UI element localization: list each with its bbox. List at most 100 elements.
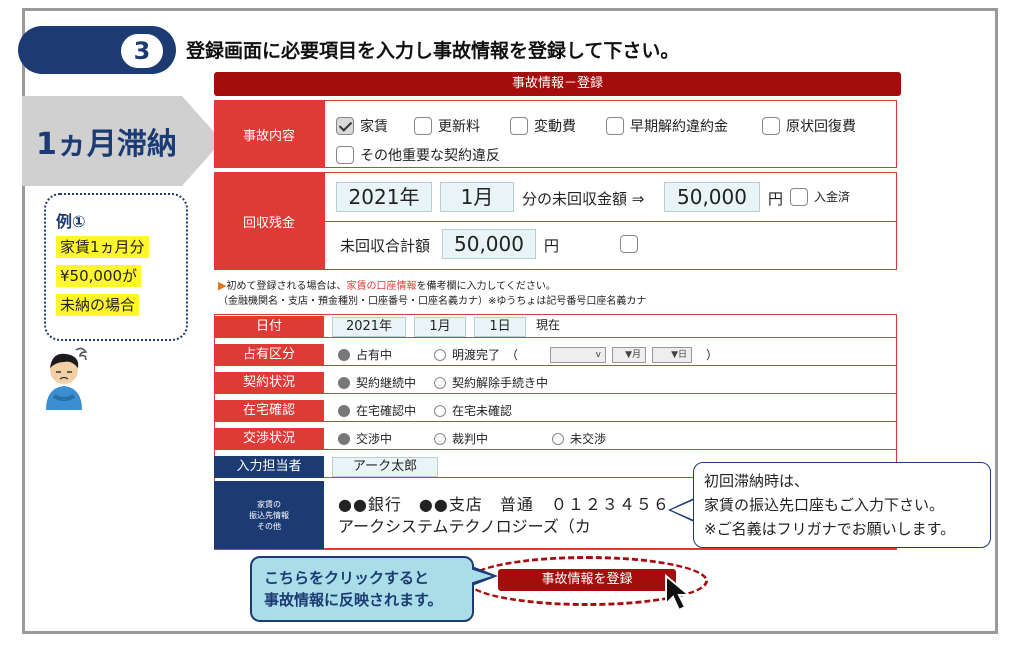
radio-residence-checking[interactable]: 在宅確認中 [338, 400, 416, 422]
checkbox-renewal-fee-label: 更新料 [438, 119, 480, 135]
vacated-year-select[interactable]: v [550, 347, 606, 363]
bank-line-1: ●●銀行 ●●支店 普通 ０１２３４５６ [338, 495, 670, 514]
radio-selected-icon [338, 432, 350, 445]
callout-right-line-3: ※ご名義はフリガナでお願いします。 [704, 520, 956, 538]
radio-icon [552, 432, 564, 445]
click-hint-callout: こちらをクリックすると 事故情報に反映されます。 [250, 556, 474, 622]
checkbox-restoration-cost-label: 原状回復費 [786, 119, 856, 135]
checkbox-early-termination[interactable]: 早期解約違約金 [606, 116, 728, 136]
register-incident-button[interactable]: 事故情報を登録 [498, 569, 676, 591]
radio-contract-active[interactable]: 契約継続中 [338, 372, 416, 394]
form-title-bar: 事故情報－登録 [214, 72, 901, 96]
radio-icon [434, 348, 446, 361]
incident-label: 事故内容 [214, 100, 324, 168]
checkbox-icon [414, 117, 432, 135]
checkbox-paid[interactable]: 入金済 [790, 187, 851, 207]
radio-selected-icon [338, 348, 350, 361]
radio-vacated-label: 明渡完了 （ [452, 348, 519, 362]
operator-label: 入力担当者 [214, 456, 324, 478]
note-text-b: を備考欄に入力してください。 [416, 281, 556, 292]
occupancy-label: 占有区分 [214, 344, 324, 366]
checkbox-rent-label: 家賃 [360, 119, 388, 135]
radio-residence-unconfirmed[interactable]: 在宅未確認 [434, 400, 512, 422]
radio-not-negotiated-label: 未交渉 [570, 432, 607, 446]
total-amount-field[interactable]: 50,000 [442, 229, 536, 259]
date-month-field[interactable]: 1月 [414, 317, 466, 337]
radio-negotiating-label: 交渉中 [356, 432, 393, 446]
vacated-day-select[interactable]: ▼日 [652, 347, 692, 363]
occupancy-close-paren: ） [706, 348, 719, 362]
date-suffix: 現在 [536, 318, 561, 332]
callout-right-line-2: 家賃の振込先口座もご入力下さい。 [704, 496, 945, 514]
balance-month-field[interactable]: 1月 [440, 182, 514, 212]
example-line-3: 未納の場合 [56, 294, 140, 316]
vacated-month-select[interactable]: ▼月 [612, 347, 646, 363]
checkbox-icon [336, 146, 354, 164]
example-line-1: 家賃1ヵ月分 [56, 236, 149, 258]
radio-in-court-label: 裁判中 [452, 432, 489, 446]
checkbox-early-termination-label: 早期解約違約金 [630, 119, 728, 135]
radio-occupied[interactable]: 占有中 [338, 344, 392, 366]
radio-contract-cancelling[interactable]: 契約解除手続き中 [434, 372, 548, 394]
radio-vacated[interactable]: 明渡完了 （ [434, 344, 518, 366]
balance-label: 回収残金 [214, 172, 324, 270]
callout-right-tail-inner [671, 500, 694, 520]
checkbox-checked-icon [336, 117, 354, 135]
total-label: 未回収合計額 [340, 237, 431, 255]
contract-label: 契約状況 [214, 372, 324, 394]
radio-contract-active-label: 契約継続中 [356, 376, 417, 390]
date-year-field[interactable]: 2021年 [332, 317, 406, 337]
checkbox-renewal-fee[interactable]: 更新料 [414, 116, 480, 136]
note-highlight: 家賃の口座情報 [346, 281, 417, 292]
balance-mid-text: 分の未回収金額 ⇒ [522, 190, 645, 208]
checkbox-icon [510, 117, 528, 135]
checkbox-icon [606, 117, 624, 135]
checkbox-restoration-cost[interactable]: 原状回復費 [762, 116, 856, 136]
balance-unit: 円 [768, 190, 784, 208]
negotiation-label: 交渉状況 [214, 428, 324, 450]
mouse-cursor-icon [665, 574, 692, 612]
radio-occupied-label: 占有中 [356, 348, 393, 362]
operator-field[interactable]: アーク太郎 [332, 457, 438, 477]
total-checkbox[interactable] [620, 235, 638, 253]
radio-icon [434, 376, 446, 389]
checkbox-other-violation[interactable]: その他重要な契約違反 [336, 145, 500, 165]
radio-icon [434, 404, 446, 417]
radio-contract-cancelling-label: 契約解除手続き中 [452, 376, 549, 390]
checkbox-other-violation-label: その他重要な契約違反 [360, 148, 500, 164]
checkbox-rent[interactable]: 家賃 [336, 116, 388, 136]
note-line-2: （金融機関名・支店・預金種別・口座番号・口座名義カナ）※ゆうちょは記号番号口座名… [218, 296, 647, 307]
bank-label-line-2: 振込先情報 [249, 510, 289, 520]
bank-hint-callout: 初回滞納時は、 家賃の振込先口座もご入力下さい。 ※ご名義はフリガナでお願いしま… [693, 462, 991, 548]
bank-label-line-1: 家賃の [257, 499, 281, 509]
callout-left-line-2: 事故情報に反映されます。 [264, 591, 443, 609]
radio-not-negotiated[interactable]: 未交渉 [552, 428, 606, 450]
example-title: 例① [56, 212, 86, 231]
radio-residence-unconfirmed-label: 在宅未確認 [452, 404, 513, 418]
bank-label-line-3: その他 [257, 521, 281, 531]
radio-negotiating[interactable]: 交渉中 [338, 428, 392, 450]
radio-residence-checking-label: 在宅確認中 [356, 404, 417, 418]
radio-in-court[interactable]: 裁判中 [434, 428, 488, 450]
example-line-2: ¥50,000が [56, 265, 142, 287]
note-text-a: 初めて登録される場合は、 [226, 281, 347, 292]
balance-amount-field[interactable]: 50,000 [664, 182, 760, 212]
checkbox-icon [790, 187, 808, 206]
bank-line-2: アークシステムテクノロジーズ（カ [338, 517, 591, 536]
bank-info-note: ▶初めて登録される場合は、家賃の口座情報を備考欄に入力してください。 （金融機関… [218, 277, 646, 307]
instruction-text: 登録画面に必要項目を入力し事故情報を登録して下さい。 [186, 40, 680, 62]
balance-year-field[interactable]: 2021年 [336, 182, 432, 212]
date-day-field[interactable]: 1日 [474, 317, 526, 337]
step-number-badge: 3 [118, 31, 166, 71]
negotiation-row [324, 428, 896, 450]
radio-selected-icon [338, 404, 350, 417]
residence-label: 在宅確認 [214, 400, 324, 422]
checkbox-paid-label: 入金済 [814, 190, 851, 204]
bank-info-label: 家賃の 振込先情報 その他 [214, 481, 324, 549]
checkbox-icon [762, 117, 780, 135]
checkbox-variable-cost[interactable]: 変動費 [510, 116, 576, 136]
status-banner-text: 1ヵ月滞納 [36, 127, 177, 162]
occupancy-row [324, 344, 896, 366]
callout-left-line-1: こちらをクリックすると [264, 569, 430, 587]
date-label: 日付 [214, 316, 324, 338]
